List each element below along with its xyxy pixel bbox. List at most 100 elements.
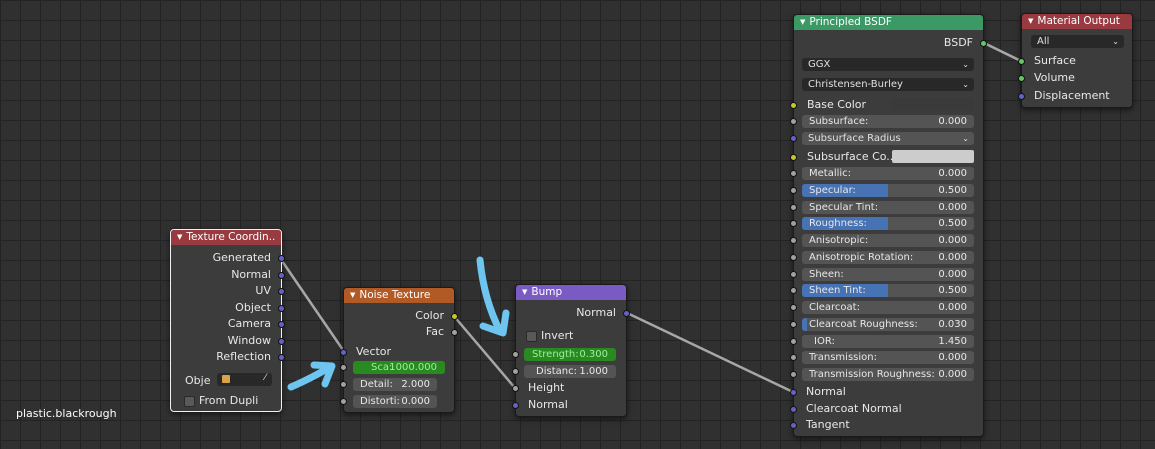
metallic-label: Metallic:	[809, 168, 852, 179]
socket-anisotropic[interactable]	[790, 237, 797, 244]
socket-normal[interactable]	[790, 389, 797, 396]
ior-field[interactable]: IOR: 1.450	[802, 335, 974, 348]
collapse-triangle-icon[interactable]: ▼	[177, 233, 182, 241]
collapse-triangle-icon[interactable]: ▼	[1028, 17, 1033, 25]
distribution-dropdown[interactable]: GGX ⌄	[802, 58, 974, 71]
socket-specular[interactable]	[790, 187, 797, 194]
sheen-label: Sheen:	[809, 269, 844, 280]
socket-bsdf[interactable]	[980, 40, 987, 47]
subsurface-field[interactable]: Subsurface: 0.000	[802, 115, 974, 128]
socket-window[interactable]	[278, 338, 285, 345]
base-color-swatch[interactable]	[892, 98, 974, 111]
texture-coordinate-header[interactable]: ▼ Texture Coordin..	[171, 230, 281, 245]
sheen-value: 0.000	[938, 269, 967, 280]
from-dupli-checkbox[interactable]	[184, 396, 195, 407]
transmission-field[interactable]: Transmission: 0.000	[802, 351, 974, 364]
bump-header[interactable]: ▼ Bump	[516, 285, 626, 300]
specular-tint-label: Specular Tint:	[809, 202, 879, 213]
strength-field[interactable]: Strength: 0.300	[524, 348, 616, 361]
subsurface-method-dropdown[interactable]: Christensen-Burley ⌄	[802, 78, 974, 91]
socket-vector[interactable]	[340, 349, 347, 356]
socket-anisotropic-rotation[interactable]	[790, 254, 797, 261]
transmission-roughness-field[interactable]: Transmission Roughness: 0.000	[802, 368, 974, 381]
specular-field[interactable]: Specular: 0.500	[802, 184, 974, 197]
socket-sheen-tint[interactable]	[790, 287, 797, 294]
principled-bsdf-header[interactable]: ▼ Principled BSDF	[794, 15, 983, 30]
socket-subsurface-color[interactable]	[790, 154, 797, 161]
subsurface-radius-dropdown[interactable]: Subsurface Radius ⌄	[802, 132, 974, 145]
socket-color[interactable]	[451, 313, 458, 320]
socket-uv[interactable]	[278, 288, 285, 295]
socket-displacement[interactable]	[1018, 93, 1025, 100]
socket-volume[interactable]	[1018, 75, 1025, 82]
sheen-tint-value: 0.500	[938, 285, 967, 296]
input-vector: Vector	[340, 344, 454, 360]
socket-clearcoat[interactable]	[790, 304, 797, 311]
material-output-header[interactable]: ▼ Material Output	[1022, 14, 1132, 29]
transmission-roughness-value: 0.000	[938, 369, 967, 380]
socket-normal-out[interactable]	[623, 310, 630, 317]
clearcoat-roughness-field[interactable]: Clearcoat Roughness: 0.030	[802, 318, 974, 331]
socket-roughness[interactable]	[790, 220, 797, 227]
socket-normal[interactable]	[278, 272, 285, 279]
socket-normal-in[interactable]	[512, 402, 519, 409]
bump-node[interactable]: ▼ Bump Normal Invert Strength: 0.300 Dista…	[512, 284, 630, 417]
socket-strength[interactable]	[512, 351, 519, 358]
object-picker[interactable]: ⁄	[217, 373, 272, 386]
subsurface-color-swatch[interactable]	[892, 150, 974, 163]
texture-coordinate-node[interactable]: ▼ Texture Coordin.. Generated Normal UV O…	[170, 229, 285, 412]
output-bsdf: BSDF	[794, 35, 987, 51]
socket-object[interactable]	[278, 305, 285, 312]
distance-field[interactable]: Distanc: 1.000	[524, 365, 616, 378]
collapse-triangle-icon[interactable]: ▼	[522, 288, 527, 296]
specular-value: 0.500	[938, 185, 967, 196]
output-fac: Fac	[344, 324, 458, 340]
scale-field[interactable]: Sca: 1000.000	[353, 361, 445, 374]
socket-camera[interactable]	[278, 321, 285, 328]
sheen-field[interactable]: Sheen: 0.000	[802, 268, 974, 281]
output-camera: Camera	[171, 316, 285, 332]
anisotropic-rotation-field[interactable]: Anisotropic Rotation: 0.000	[802, 251, 974, 264]
roughness-field[interactable]: Roughness: 0.500	[802, 217, 974, 230]
socket-base-color[interactable]	[790, 102, 797, 109]
socket-detail[interactable]	[340, 381, 347, 388]
eyedropper-icon[interactable]: ⁄	[264, 373, 266, 383]
anisotropic-field[interactable]: Anisotropic: 0.000	[802, 234, 974, 247]
clearcoat-field[interactable]: Clearcoat: 0.000	[802, 301, 974, 314]
noise-texture-node[interactable]: ▼ Noise Texture Color Fac Vector Sca: 1000…	[340, 287, 458, 413]
cube-icon	[222, 375, 230, 383]
socket-subsurface[interactable]	[790, 118, 797, 125]
socket-distance[interactable]	[512, 368, 519, 375]
target-dropdown[interactable]: All ⌄	[1031, 35, 1124, 48]
socket-sheen[interactable]	[790, 271, 797, 278]
metallic-field[interactable]: Metallic: 0.000	[802, 167, 974, 180]
socket-transmission[interactable]	[790, 354, 797, 361]
socket-surface[interactable]	[1018, 58, 1025, 65]
invert-checkbox[interactable]	[526, 331, 537, 342]
socket-generated[interactable]	[278, 255, 285, 262]
socket-scale[interactable]	[340, 364, 347, 371]
socket-clearcoat-normal[interactable]	[790, 406, 797, 413]
socket-specular-tint[interactable]	[790, 204, 797, 211]
sheen-tint-field[interactable]: Sheen Tint: 0.500	[802, 284, 974, 297]
socket-distortion[interactable]	[340, 398, 347, 405]
principled-bsdf-node[interactable]: ▼ Principled BSDF BSDF GGX ⌄ Christensen-B…	[790, 14, 987, 437]
socket-subsurface-radius[interactable]	[790, 135, 797, 142]
noise-texture-header[interactable]: ▼ Noise Texture	[344, 288, 454, 303]
socket-ior[interactable]	[790, 338, 797, 345]
socket-fac[interactable]	[451, 329, 458, 336]
socket-reflection[interactable]	[278, 354, 285, 361]
specular-label: Specular:	[809, 185, 856, 196]
collapse-triangle-icon[interactable]: ▼	[350, 291, 355, 299]
specular-tint-field[interactable]: Specular Tint: 0.000	[802, 201, 974, 214]
socket-clearcoat-roughness[interactable]	[790, 321, 797, 328]
distortion-field[interactable]: Distorti: 0.000	[353, 395, 437, 408]
socket-transmission-roughness[interactable]	[790, 371, 797, 378]
output-normal: Normal	[171, 267, 285, 283]
socket-metallic[interactable]	[790, 170, 797, 177]
socket-height[interactable]	[512, 385, 519, 392]
detail-field[interactable]: Detail: 2.000	[353, 378, 437, 391]
socket-tangent[interactable]	[790, 422, 797, 429]
material-output-node[interactable]: ▼ Material Output All ⌄ Surface Volume Dis…	[1018, 13, 1133, 108]
collapse-triangle-icon[interactable]: ▼	[800, 18, 805, 26]
